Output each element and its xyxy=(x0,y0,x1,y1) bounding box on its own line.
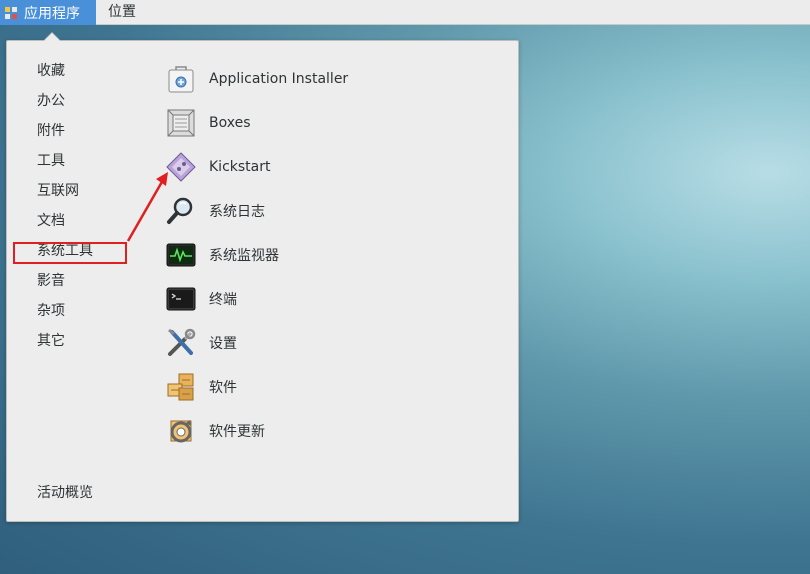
annotation-arrow xyxy=(126,172,168,242)
